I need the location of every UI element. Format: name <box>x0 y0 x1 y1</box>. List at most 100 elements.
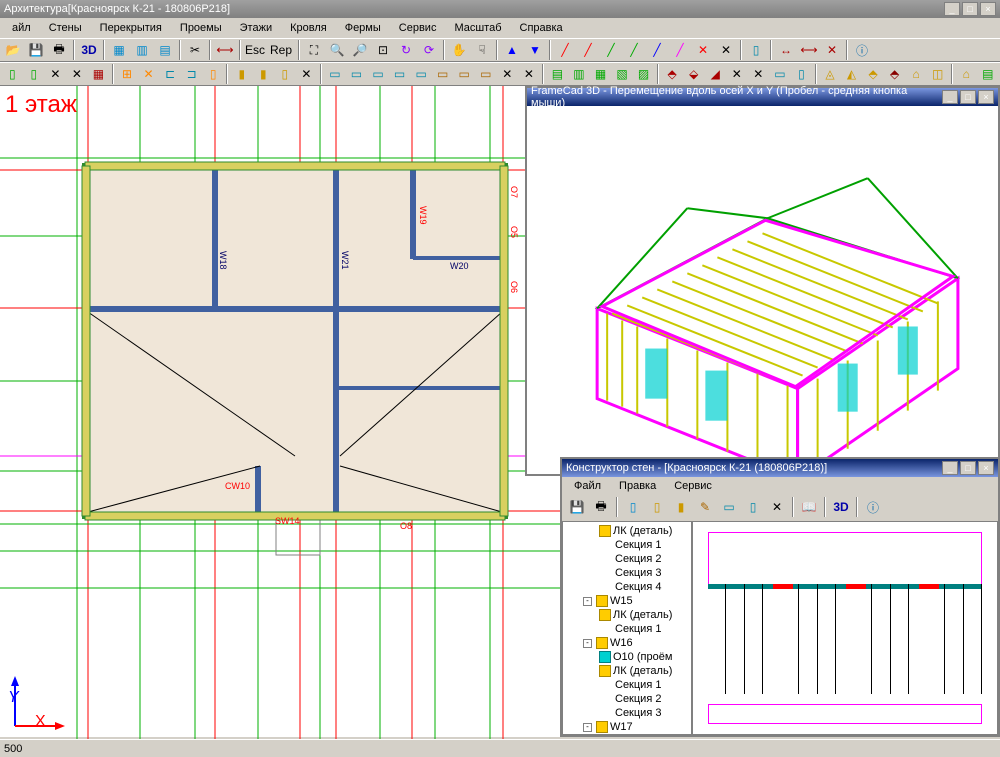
tree-item[interactable]: Секция 4 <box>565 580 689 594</box>
line6-icon[interactable]: ╱ <box>669 39 691 61</box>
wt-panel3-icon[interactable]: ▮ <box>670 496 692 518</box>
panel-3d[interactable]: FrameCad 3D - Перемещение вдоль осей X и… <box>525 86 1000 476</box>
panel-wall-constructor[interactable]: Конструктор стен - [Красноярск К-21 (180… <box>560 457 1000 737</box>
save-icon[interactable]: 💾 <box>25 39 47 61</box>
t2-23[interactable]: ✕ <box>497 63 518 85</box>
t2-35[interactable]: ▭ <box>770 63 791 85</box>
tree-item[interactable]: Секция 1 <box>565 538 689 552</box>
wt-delete-icon[interactable]: ✕ <box>766 496 788 518</box>
menu-roof[interactable]: Кровля <box>282 20 335 36</box>
3d-model-view[interactable] <box>537 108 988 469</box>
t2-24[interactable]: ✕ <box>519 63 540 85</box>
wall-preview[interactable] <box>692 521 998 735</box>
floor-plan[interactable] <box>0 86 560 746</box>
t2-33[interactable]: ✕ <box>727 63 748 85</box>
wall-menu-edit[interactable]: Правка <box>611 478 664 494</box>
t2-20[interactable]: ▭ <box>432 63 453 85</box>
3d-button[interactable]: 3D <box>78 39 100 61</box>
tree-item[interactable]: -W17 <box>565 720 689 734</box>
t2-43[interactable]: ⌂ <box>956 63 977 85</box>
t2-41[interactable]: ⌂ <box>906 63 927 85</box>
tree-item[interactable]: -W16 <box>565 636 689 650</box>
zoom-extents-icon[interactable]: ⊡ <box>372 39 394 61</box>
tree-item[interactable]: Секция 3 <box>565 706 689 720</box>
open-icon[interactable]: 📂 <box>2 39 24 61</box>
t2-8[interactable]: ⊏ <box>160 63 181 85</box>
wt-save-icon[interactable]: 💾 <box>566 496 588 518</box>
wall-tree[interactable]: ЛК (деталь)Секция 1Секция 2Секция 3Секци… <box>562 521 692 735</box>
t2-40[interactable]: ⬘ <box>884 63 905 85</box>
down-icon[interactable]: ▼ <box>524 39 546 61</box>
maximize-button[interactable]: □ <box>960 90 976 104</box>
pan-icon[interactable]: ✋ <box>448 39 470 61</box>
drawing-area[interactable]: 1 этаж <box>0 86 1000 737</box>
tree-item[interactable]: ЛК (деталь) <box>565 664 689 678</box>
t2-34[interactable]: ✕ <box>748 63 769 85</box>
t2-21[interactable]: ▭ <box>454 63 475 85</box>
esc-button[interactable]: Esc <box>244 39 266 61</box>
wt-panel2-icon[interactable]: ▯ <box>646 496 668 518</box>
t2-36[interactable]: ▯ <box>791 63 812 85</box>
t2-27[interactable]: ▦ <box>590 63 611 85</box>
menu-file[interactable]: айл <box>4 20 39 36</box>
print-icon[interactable]: 🖶 <box>48 39 70 61</box>
zoom-window-icon[interactable]: ⛶ <box>303 39 325 61</box>
t2-22[interactable]: ▭ <box>475 63 496 85</box>
t2-26[interactable]: ▥ <box>569 63 590 85</box>
wt-print-icon[interactable]: 🖶 <box>590 496 612 518</box>
t2-19[interactable]: ▭ <box>411 63 432 85</box>
t2-16[interactable]: ▭ <box>346 63 367 85</box>
t2-3[interactable]: ✕ <box>45 63 66 85</box>
menu-floors[interactable]: Перекрытия <box>92 20 170 36</box>
menu-service[interactable]: Сервис <box>391 20 445 36</box>
wt-info-icon[interactable]: ⓘ <box>862 496 884 518</box>
t2-12[interactable]: ▮ <box>253 63 274 85</box>
panel3-icon[interactable]: ▤ <box>154 39 176 61</box>
tree-item[interactable]: Секция 1 <box>565 678 689 692</box>
rep-button[interactable]: Rep <box>267 39 295 61</box>
maximize-button[interactable]: □ <box>962 2 978 16</box>
menu-levels[interactable]: Этажи <box>232 20 280 36</box>
line2-icon[interactable]: ╱ <box>577 39 599 61</box>
dim-icon[interactable]: ⟷ <box>214 39 236 61</box>
t2-39[interactable]: ⬘ <box>863 63 884 85</box>
panel-icon[interactable]: ▦ <box>108 39 130 61</box>
t2-31[interactable]: ⬙ <box>683 63 704 85</box>
zoom-in-icon[interactable]: 🔍 <box>326 39 348 61</box>
wt-tool1-icon[interactable]: ▭ <box>718 496 740 518</box>
t2-28[interactable]: ▧ <box>612 63 633 85</box>
t2-30[interactable]: ⬘ <box>662 63 683 85</box>
menu-trusses[interactable]: Фермы <box>337 20 389 36</box>
t2-4[interactable]: ✕ <box>67 63 88 85</box>
minimize-button[interactable]: _ <box>942 90 958 104</box>
refresh-icon[interactable]: ↻ <box>395 39 417 61</box>
wall-menu-file[interactable]: Файл <box>566 478 609 494</box>
line4-icon[interactable]: ╱ <box>623 39 645 61</box>
up-icon[interactable]: ▲ <box>501 39 523 61</box>
t2-42[interactable]: ◫ <box>927 63 948 85</box>
info-icon[interactable]: ⓘ <box>851 39 873 61</box>
zoom-out-icon[interactable]: 🔎 <box>349 39 371 61</box>
expand-icon[interactable]: - <box>583 639 592 648</box>
line5-icon[interactable]: ╱ <box>646 39 668 61</box>
tree-item[interactable]: ЛК (деталь) <box>565 608 689 622</box>
t2-14[interactable]: ✕ <box>296 63 317 85</box>
t2-15[interactable]: ▭ <box>325 63 346 85</box>
dim2-icon[interactable]: ↔ <box>775 39 797 61</box>
menu-walls[interactable]: Стены <box>41 20 90 36</box>
minimize-button[interactable]: _ <box>942 461 958 475</box>
t2-13[interactable]: ▯ <box>275 63 296 85</box>
menu-openings[interactable]: Проемы <box>172 20 230 36</box>
menu-scale[interactable]: Масштаб <box>446 20 509 36</box>
line-x-icon[interactable]: ✕ <box>692 39 714 61</box>
pan2-icon[interactable]: ☟ <box>471 39 493 61</box>
t2-44[interactable]: ▤ <box>978 63 999 85</box>
expand-icon[interactable]: - <box>583 723 592 732</box>
wt-panel1-icon[interactable]: ▯ <box>622 496 644 518</box>
panel-wall-titlebar[interactable]: Конструктор стен - [Красноярск К-21 (180… <box>562 459 998 477</box>
tree-item[interactable]: -W15 <box>565 594 689 608</box>
t2-32[interactable]: ◢ <box>705 63 726 85</box>
level-icon[interactable]: ▯ <box>745 39 767 61</box>
wt-edit-icon[interactable]: ✎ <box>694 496 716 518</box>
cut-icon[interactable]: ✂ <box>184 39 206 61</box>
